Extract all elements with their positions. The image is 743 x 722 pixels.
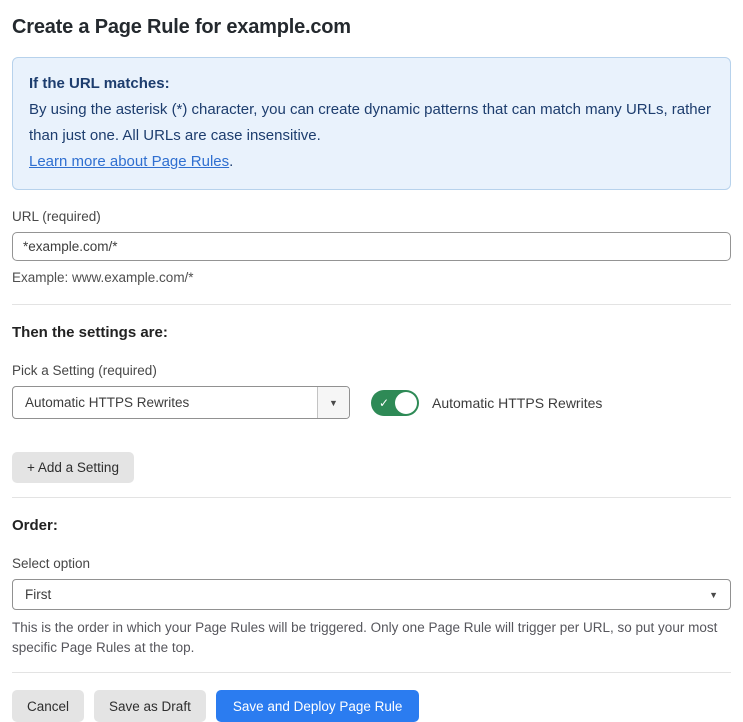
info-box-link-line: Learn more about Page Rules. [29, 149, 714, 175]
chevron-down-icon: ▼ [709, 589, 718, 600]
setting-toggle-label: Automatic HTTPS Rewrites [432, 394, 603, 411]
url-example-hint: Example: www.example.com/* [12, 270, 194, 285]
settings-heading: Then the settings are: [12, 324, 168, 341]
divider [12, 497, 731, 498]
cancel-button[interactable]: Cancel [12, 690, 85, 722]
order-select-value: First [25, 587, 52, 602]
url-label: URL (required) [12, 209, 101, 224]
info-box-heading: If the URL matches: [29, 75, 170, 92]
check-icon: ✓ [379, 395, 390, 410]
pick-setting-label: Pick a Setting (required) [12, 363, 157, 378]
url-field-group: URL (required) Example: www.example.com/… [12, 209, 731, 285]
setting-row: Automatic HTTPS Rewrites ▼ ✓ Automatic H… [12, 386, 731, 419]
order-select[interactable]: First ▼ [12, 579, 731, 610]
create-page-rule-panel: Create a Page Rule for example.com If th… [0, 0, 743, 722]
add-setting-button[interactable]: + Add a Setting [12, 452, 134, 483]
link-suffix: . [229, 153, 234, 170]
divider [12, 672, 731, 673]
info-box-body: By using the asterisk (*) character, you… [29, 101, 711, 144]
toggle-knob [395, 391, 417, 414]
footer-actions: Cancel Save as Draft Save and Deploy Pag… [12, 690, 731, 722]
url-input[interactable] [12, 232, 731, 261]
order-help-text: This is the order in which your Page Rul… [12, 620, 718, 655]
setting-select-value: Automatic HTTPS Rewrites [25, 395, 190, 410]
save-as-draft-button[interactable]: Save as Draft [94, 690, 206, 722]
divider [12, 304, 731, 305]
learn-more-link[interactable]: Learn more about Page Rules [29, 153, 229, 170]
setting-select[interactable]: Automatic HTTPS Rewrites ▼ [12, 386, 350, 419]
order-section: Order: Select option First ▼ This is the… [12, 517, 731, 658]
url-match-info-box: If the URL matches: By using the asteris… [12, 57, 731, 190]
setting-toggle[interactable]: ✓ [371, 389, 419, 416]
save-and-deploy-button[interactable]: Save and Deploy Page Rule [215, 690, 420, 722]
chevron-down-icon[interactable]: ▼ [317, 387, 349, 418]
select-option-label: Select option [12, 556, 91, 571]
page-title: Create a Page Rule for example.com [12, 16, 351, 38]
order-heading: Order: [12, 517, 58, 534]
